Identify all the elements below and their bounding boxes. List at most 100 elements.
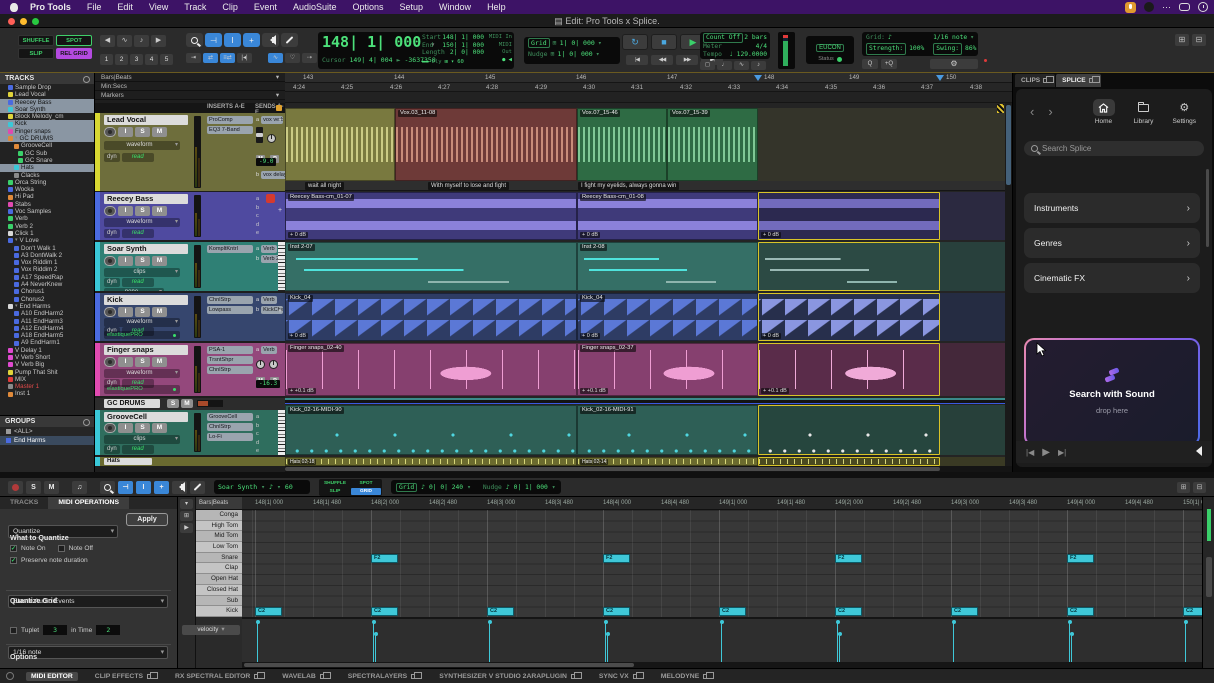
track-list-item[interactable]: ▾ GC DRUMS xyxy=(0,135,94,142)
folder-arrow-icon[interactable]: ▾ xyxy=(15,135,18,142)
automation-mode-selector[interactable]: read xyxy=(122,153,154,162)
track-name[interactable]: Soar Synth xyxy=(104,244,188,254)
lyric-marker[interactable]: wait all night xyxy=(305,182,344,190)
track-list-item[interactable]: Click 1 xyxy=(0,230,94,237)
return-to-zero-button[interactable]: |◀ xyxy=(626,55,648,65)
midi-note[interactable]: C2 xyxy=(951,607,978,616)
mute-button[interactable]: M xyxy=(152,357,167,367)
drum-lane-name[interactable]: Low Tom xyxy=(196,542,242,553)
audio-clip[interactable]: Vox.03_11-08 xyxy=(395,108,577,181)
track-list-item[interactable]: GrooveCell xyxy=(0,142,94,149)
insert-button[interactable]: PSA-1 xyxy=(207,346,253,354)
track-list-item[interactable]: Chorus2 xyxy=(0,296,94,303)
swing-toggle[interactable]: Swing: xyxy=(933,43,962,55)
metronome-option-button[interactable]: ◻ xyxy=(700,61,715,70)
settings-gear-button[interactable]: ⚙ xyxy=(930,59,978,69)
zoom-in-arrow[interactable]: ▶ xyxy=(151,35,166,47)
more-menu-icon[interactable]: ⋯ xyxy=(1162,2,1171,13)
midi-piano-roll[interactable]: 148|1| 000148|1| 480148|2| 000148|2| 480… xyxy=(242,497,1202,668)
fast-forward-button[interactable]: ▶▶ xyxy=(676,55,698,65)
track-list-item[interactable]: Pump That Shit xyxy=(0,369,94,376)
selector-tool-button[interactable]: I xyxy=(224,33,241,47)
track-list-item[interactable]: GC Sub xyxy=(0,150,94,157)
zoom-preset-button[interactable]: 5 xyxy=(160,54,173,65)
zoom-out-arrow[interactable]: ◀ xyxy=(100,35,115,47)
lane-grid-icon[interactable]: ⊞ xyxy=(180,511,193,521)
bottom-tab[interactable]: MELODYNE xyxy=(656,672,715,681)
apple-logo-icon[interactable] xyxy=(10,3,18,12)
midi-note[interactable]: F2 xyxy=(603,554,630,563)
drum-lane-name[interactable]: Conga xyxy=(196,510,242,521)
audio-clip[interactable]: Finger snaps_02-40+ +0.1 dB xyxy=(285,343,577,396)
track-list-item[interactable]: Inst 1 xyxy=(0,390,94,397)
track-name[interactable]: Kick xyxy=(104,295,188,305)
track-list-item[interactable]: A12 EndHarm4 xyxy=(0,325,94,332)
stop-button[interactable]: ■ xyxy=(651,34,677,50)
nav-home[interactable]: Home xyxy=(1093,99,1115,125)
velocity-stem[interactable] xyxy=(375,634,376,664)
track-header-finger-snaps[interactable]: Finger snaps I S M waveform dyn read ela… xyxy=(95,343,285,396)
insert-button[interactable]: KompltKntrl xyxy=(207,245,253,253)
mute-button[interactable]: M xyxy=(152,256,167,266)
menu-item[interactable]: Pro Tools xyxy=(22,2,79,12)
inserts-column-label[interactable]: INSERTS A-E xyxy=(207,104,245,110)
zoom-preset-button[interactable]: 4 xyxy=(145,54,158,65)
input-monitor-button[interactable]: I xyxy=(118,423,133,433)
clip-gain-label[interactable]: + 0 dB xyxy=(761,232,781,239)
clip-gain-label[interactable]: + 0 dB xyxy=(288,333,308,340)
clip-gain-label[interactable]: + 0 dB xyxy=(288,232,308,239)
insert-button[interactable]: ChnlStrp xyxy=(207,366,253,374)
tuplet-time-field[interactable]: 2 xyxy=(96,625,120,635)
velocity-stem[interactable] xyxy=(257,622,258,664)
midi-note[interactable]: C2 xyxy=(1067,607,1094,616)
menu-item[interactable]: Edit xyxy=(109,2,141,12)
track-view-selector[interactable]: waveform xyxy=(104,218,180,227)
send-pan-knob[interactable] xyxy=(267,134,276,143)
track-list-item[interactable]: Chorus1 xyxy=(0,288,94,295)
bottom-tab[interactable]: SYNTHESIZER V STUDIO 2ARAPLUGIN xyxy=(434,672,582,681)
pencil-tool-button[interactable] xyxy=(281,33,298,47)
track-header-groovecell[interactable]: GrooveCell I S M clips dyn read GrooveCe… xyxy=(95,410,285,455)
tab-splice[interactable]: SPLICE xyxy=(1056,74,1100,87)
midi-mute-button[interactable]: M xyxy=(44,481,59,494)
lane-groovecell[interactable]: Kick_02-16-MIDI-90Kick_02-16-MIDI-91 xyxy=(285,405,1012,455)
lyric-marker[interactable]: With myself to lose and fight xyxy=(428,182,509,190)
track-list-item[interactable]: Vox Riddim 2 xyxy=(0,266,94,273)
note-on-checkbox[interactable]: ✓ xyxy=(10,545,17,552)
velocity-stem[interactable] xyxy=(607,634,608,664)
lane-play-icon[interactable]: ▶ xyxy=(180,523,193,533)
audio-clip[interactable]: + 0 dB xyxy=(758,192,940,240)
midi-note[interactable]: F2 xyxy=(371,554,398,563)
add-insert-button[interactable]: + xyxy=(276,116,284,126)
audio-clip[interactable]: Reecey Bass-cm_01-07+ 0 dB xyxy=(285,192,577,240)
mute-button[interactable]: M xyxy=(152,206,167,216)
add-insert-button[interactable]: + xyxy=(276,206,284,216)
track-view-selector[interactable]: clips xyxy=(104,435,180,444)
quantize-input-button[interactable]: +Q xyxy=(881,59,897,69)
tab-clips[interactable]: CLIPS xyxy=(1015,74,1055,87)
send-button[interactable]: vox delay xyxy=(261,171,285,179)
audio-clip[interactable] xyxy=(285,108,395,181)
drum-lane-name[interactable]: Mid Tom xyxy=(196,531,242,542)
solo-button[interactable]: S xyxy=(135,307,150,317)
track-list-item[interactable]: Block Melody_cm xyxy=(0,113,94,120)
midi-track-selector-display[interactable]: Soar Synth▾ ♪▾ 60 xyxy=(214,480,310,494)
midi-zoom-icon[interactable]: ♪ xyxy=(134,35,149,47)
send-level-value[interactable]: -16.3 xyxy=(256,380,280,388)
track-list-item[interactable]: A3 DontWalk 2 xyxy=(0,252,94,259)
midi-scrubber-tool-button[interactable] xyxy=(172,481,187,494)
nav-settings[interactable]: ⚙ Settings xyxy=(1173,99,1197,125)
min-secs-ruler-label[interactable]: Min:Secs xyxy=(101,82,127,90)
bottom-tab[interactable]: CLIP EFFECTS xyxy=(90,672,158,681)
splice-category-row[interactable]: Instruments› xyxy=(1024,193,1200,223)
send-button[interactable]: Verb xyxy=(261,245,277,253)
track-view-selector[interactable]: waveform xyxy=(104,141,180,150)
track-list-item[interactable]: Soar Synth xyxy=(0,106,94,113)
midi-solo-button[interactable]: S xyxy=(26,481,41,494)
track-name[interactable]: GrooveCell xyxy=(104,412,188,422)
track-list-item[interactable]: V Delay 1 xyxy=(0,347,94,354)
input-monitor-button[interactable]: I xyxy=(118,127,133,137)
edit-option-button[interactable]: ≡⇄ xyxy=(220,53,235,63)
delay-compensation-indicator[interactable]: Dly xyxy=(432,59,442,65)
track-header-hats[interactable]: Hats xyxy=(95,457,285,466)
